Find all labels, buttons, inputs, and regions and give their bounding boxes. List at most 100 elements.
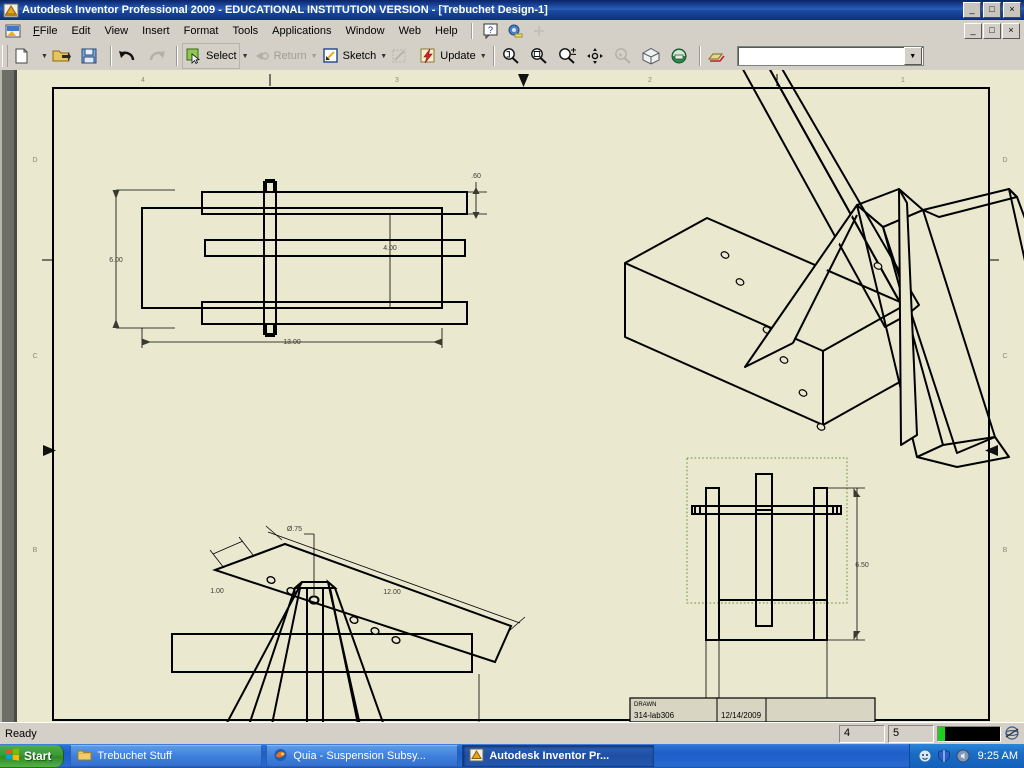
start-button[interactable]: Start <box>0 745 64 767</box>
toolbar-separator-2 <box>176 46 178 66</box>
zone-label-top-2: 2 <box>648 77 652 84</box>
zone-label-left-b: B <box>33 547 38 554</box>
menu-separator <box>471 23 473 39</box>
menu-item-web[interactable]: Web <box>392 23 428 39</box>
window-maximize-button[interactable]: □ <box>983 2 1001 18</box>
taskbar-item-trebuchet-stuff[interactable]: Trebuchet Stuff <box>70 745 262 767</box>
zone-label-right-c: C <box>1002 353 1007 360</box>
taskbar-item-label: Quia - Suspension Subsy... <box>293 750 425 762</box>
taskbar-clock[interactable]: 9:25 AM <box>975 750 1018 762</box>
look-at-icon[interactable] <box>667 44 695 68</box>
drawing-sheet: 4 3 2 1 D C B D C B <box>17 70 1024 722</box>
taskbar-item-label: Trebuchet Stuff <box>97 750 172 762</box>
taskbar: Start Trebuchet Stuff Quia - Suspension … <box>0 744 1024 768</box>
pan-icon[interactable] <box>583 44 611 68</box>
sheet-center-marker-right <box>985 445 998 456</box>
update-button[interactable]: Update <box>417 44 477 68</box>
return-button-label: Return <box>274 50 307 62</box>
trebuchet-isometric-view <box>625 70 1024 467</box>
style-combo-dropdown-arrow[interactable]: ▼ <box>904 47 922 65</box>
shadow-display-icon[interactable] <box>705 44 733 68</box>
open-file-button[interactable] <box>50 44 78 68</box>
taskbar-item-quia-firefox[interactable]: Quia - Suspension Subsy... <box>266 745 458 767</box>
zone-label-right-b: B <box>1003 547 1008 554</box>
rotate-view-icon[interactable] <box>639 44 667 68</box>
sketch-dropdown-arrow[interactable]: ▼ <box>378 45 389 67</box>
status-field-2: 5 <box>888 725 934 743</box>
menu-item-applications[interactable]: Applications <box>265 23 338 39</box>
dim-label-650-visible: 6.50 <box>855 562 869 569</box>
security-shield-icon[interactable] <box>937 749 951 763</box>
document-icon <box>5 24 22 39</box>
update-dropdown-arrow[interactable]: ▼ <box>478 45 489 67</box>
window-minimize-button[interactable]: _ <box>963 2 981 18</box>
new-file-dropdown-arrow[interactable]: ▼ <box>39 45 50 67</box>
mdi-restore-button[interactable]: □ <box>983 23 1001 39</box>
sheet-center-marker-top <box>518 74 529 87</box>
save-button[interactable] <box>78 44 106 68</box>
menu-bar: FFile Edit View Insert Format Tools Appl… <box>0 20 1024 43</box>
toolbar-separator-4 <box>699 46 701 66</box>
folder-icon <box>77 748 92 765</box>
status-progress-bar <box>937 726 1001 742</box>
help-question-icon[interactable]: ? <box>482 23 500 39</box>
window-controls: _ □ × <box>963 2 1024 18</box>
trebuchet-side-elevation: Ø.75 1.00 12.00 13.00 <box>172 526 525 722</box>
zone-label-top-3: 3 <box>395 77 399 84</box>
return-button[interactable]: Return <box>251 44 309 68</box>
window-title: Autodesk Inventor Professional 2009 - ED… <box>22 4 548 16</box>
system-tray: 9:25 AM <box>909 744 1024 768</box>
taskbar-item-autodesk-inventor[interactable]: Autodesk Inventor Pr... <box>462 745 654 767</box>
new-file-button[interactable] <box>11 44 39 68</box>
menu-item-help[interactable]: Help <box>428 23 465 39</box>
style-combo-box[interactable]: ▼ <box>737 46 924 66</box>
sketch-button[interactable]: Sketch <box>320 44 379 68</box>
menu-item-view[interactable]: View <box>97 23 135 39</box>
menu-item-edit[interactable]: Edit <box>64 23 97 39</box>
undo-button[interactable] <box>116 44 144 68</box>
dim-label-100: 1.00 <box>210 588 224 595</box>
menu-item-file[interactable]: FFile <box>26 23 64 39</box>
menu-item-insert[interactable]: Insert <box>135 23 177 39</box>
zoom-selected-icon[interactable] <box>611 44 639 68</box>
inventor-icon <box>469 748 484 765</box>
sketch-button-label: Sketch <box>343 50 377 62</box>
zone-label-left-c: C <box>32 353 37 360</box>
select-tool-label: Select <box>206 50 237 62</box>
mdi-close-button[interactable]: × <box>1002 23 1020 39</box>
zoom-all-icon[interactable] <box>499 44 527 68</box>
zone-label-top-4: 4 <box>141 77 145 84</box>
toolbar-separator-3 <box>493 46 495 66</box>
toolbar-separator-1 <box>110 46 112 66</box>
redo-button[interactable] <box>144 44 172 68</box>
menu-item-format[interactable]: Format <box>177 23 226 39</box>
window-close-button[interactable]: × <box>1003 2 1021 18</box>
volume-icon[interactable] <box>956 749 970 763</box>
zone-label-right-d: D <box>1002 157 1007 164</box>
dim-label-1300-top: 13.00 <box>283 339 301 346</box>
drawing-canvas[interactable]: 4 3 2 1 D C B D C B <box>17 70 1024 722</box>
menu-item-tools[interactable]: Tools <box>225 23 265 39</box>
satellite-icon[interactable] <box>1004 725 1020 744</box>
status-field-1: 4 <box>839 725 885 743</box>
dim-label-060-top: .60 <box>471 173 481 180</box>
application-window: Autodesk Inventor Professional 2009 - ED… <box>0 0 1024 768</box>
zone-label-left-d: D <box>32 157 37 164</box>
zoom-window-icon[interactable] <box>527 44 555 68</box>
firefox-icon <box>273 748 288 765</box>
return-dropdown-arrow[interactable]: ▼ <box>309 45 320 67</box>
design-assistant-icon[interactable] <box>506 23 524 39</box>
model-browser-collapsed-panel[interactable] <box>0 70 17 722</box>
dim-label-1200: 12.00 <box>383 589 401 596</box>
select-tool-dropdown-arrow[interactable]: ▼ <box>240 45 251 67</box>
zoom-icon[interactable] <box>555 44 583 68</box>
drawing-sheet-graphics: 4 3 2 1 D C B D C B <box>17 70 1024 722</box>
title-block-date: 12/14/2009 <box>721 711 762 720</box>
mdi-minimize-button[interactable]: _ <box>964 23 982 39</box>
toolbar-grip[interactable] <box>2 45 8 67</box>
select-tool-button[interactable]: Select <box>182 43 240 69</box>
sketch-secondary-button[interactable] <box>389 44 417 68</box>
menu-item-window[interactable]: Window <box>338 23 391 39</box>
svg-text:?: ? <box>488 25 493 35</box>
messenger-icon[interactable] <box>918 749 932 763</box>
